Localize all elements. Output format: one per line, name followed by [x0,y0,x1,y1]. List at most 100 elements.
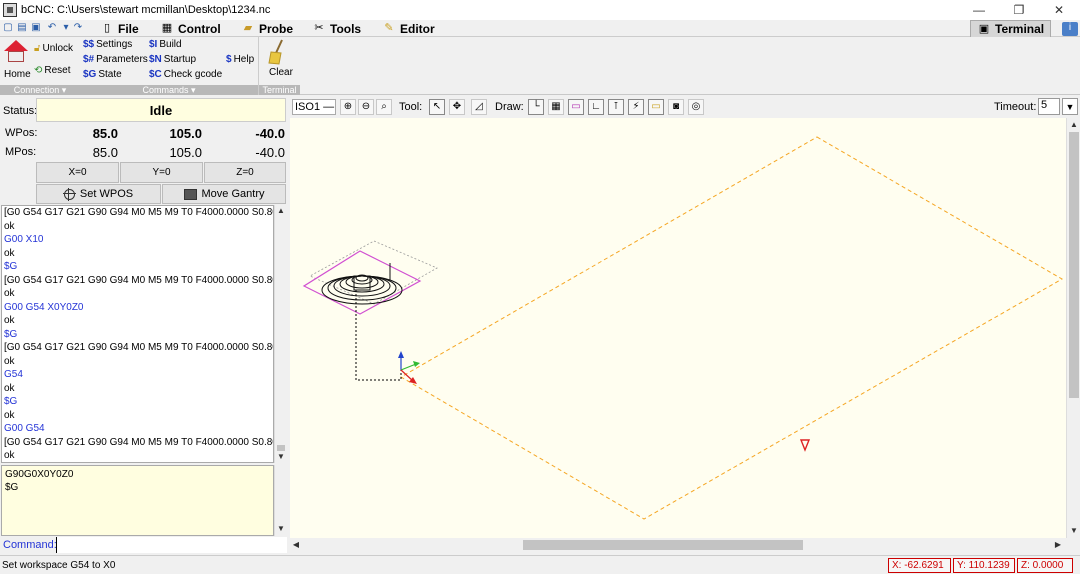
canvas-vscroll-thumb[interactable] [1069,132,1079,398]
unlock-button[interactable]: 🔓︎ Unlock [34,43,73,54]
reset-button[interactable]: ⟲ Reset [34,65,71,76]
log-line: ok [4,315,15,326]
rapid-icon[interactable]: ⚡︎ [628,99,644,115]
canvas-hscroll-thumb[interactable] [523,540,803,550]
timeout-input[interactable]: 5 [1038,98,1060,115]
status-message: Set workspace G54 to X0 [2,560,116,571]
settings-button[interactable]: $$ Settings [83,39,132,50]
tab-terminal[interactable]: ▣ Terminal [970,20,1052,37]
view-select[interactable]: ISO1 — [292,99,336,115]
window-title: bCNC: C:\Users\stewart mcmillan\Desktop\… [21,4,271,16]
canvas-vscrollbar[interactable]: ▲ ▼ [1066,118,1080,538]
pan-tool-icon[interactable]: ✥ [449,99,465,115]
grid-icon[interactable]: ▦ [548,99,564,115]
build-button[interactable]: $I Build [149,39,182,50]
select-tool-icon[interactable]: ↖ [429,99,445,115]
menu-bar: ▢ ▤ ▣ ↶ ▾ ↷ ▯ File ▦ Control ▰ Probe ✂ T… [0,20,1080,37]
mpos-x: 85.0 [92,145,118,160]
log-scrollbar[interactable]: ▲ ▼ [274,205,287,463]
commands-group-label[interactable]: Commands ▾ [80,85,258,95]
log-line: G00 G54 X0Y0Z0 [4,301,84,313]
ribbon: Home 🔓︎ Unlock ⟲ Reset Connection ▾ $$ Se… [0,37,1080,95]
refresh-icon[interactable]: ◎ [688,99,704,115]
queue-line: $G [5,482,19,493]
home-icon[interactable] [4,40,28,62]
workarea-icon[interactable]: ∟ [588,99,604,115]
canvas-hscrollbar[interactable]: ◀ ▶ [288,538,1066,553]
command-input[interactable] [56,537,287,553]
log-line: ok [4,382,15,394]
paths-icon[interactable]: ▭ [648,99,664,115]
zero-z-button[interactable]: Z=0 [204,162,286,183]
restore-button[interactable]: ❐ [1000,0,1038,20]
canvas-scroll-down-icon[interactable]: ▼ [1068,525,1080,537]
log-line: ok [4,220,15,232]
axes-icon[interactable]: └ [528,99,544,115]
tab-tools[interactable]: ✂ Tools [312,20,361,37]
command-queue[interactable]: G90G0X0Y0Z0 $G [1,465,274,536]
undo-icon[interactable]: ↶ [46,22,58,34]
ruler-tool-icon[interactable]: ◿ [471,99,487,115]
margins-icon[interactable]: ▭ [568,99,584,115]
gcode-canvas[interactable] [290,118,1066,538]
canvas-drawing [302,136,1064,520]
unlock-icon: 🔓︎ [34,43,41,54]
queue-scroll-down-icon[interactable]: ▼ [275,523,287,535]
path-bounds [302,250,422,315]
timeout-label: Timeout: [994,101,1037,113]
gantry-marker [799,439,811,452]
zoom-out-icon[interactable]: ⊖ [358,99,374,115]
editor-icon: ✎ [384,22,394,34]
log-line: ok [4,247,15,259]
parameters-button[interactable]: $# Parameters [83,54,148,65]
info-icon[interactable]: i [1062,22,1078,36]
log-line: $G [4,261,18,272]
log-line: [G0 G54 G17 G21 G90 G94 M0 M5 M9 T0 F400… [4,436,274,448]
wpos-x: 85.0 [92,126,118,141]
startup-button[interactable]: $N Startup [149,54,196,65]
terminal-log[interactable]: [G0 G54 G17 G21 G90 G94 M0 M5 M9 T0 F400… [1,205,274,463]
probe-draw-icon[interactable]: ⊺ [608,99,624,115]
reset-icon: ⟲ [34,65,43,76]
minimize-button[interactable]: — [960,0,998,20]
tab-control[interactable]: ▦ Control [160,20,221,37]
log-line: ok [4,288,15,299]
check-gcode-button[interactable]: $C Check gcode [149,69,222,80]
set-wpos-button[interactable]: Set WPOS [36,184,161,204]
log-line: [G0 G54 G17 G21 G90 G94 M0 M5 M9 T0 F400… [4,207,274,218]
canvas-toolbar: ISO1 — ⊕ ⊖ ⌕ Tool: ↖ ✥ ◿ Draw: └ ▦ ▭ ∟ ⊺… [288,96,1080,118]
tab-file[interactable]: ▯ File [100,20,139,37]
canvas-scroll-left-icon[interactable]: ◀ [290,539,302,551]
tab-editor[interactable]: ✎ Editor [382,20,434,37]
tools-icon: ✂ [314,22,324,34]
log-scroll-up-icon[interactable]: ▲ [275,205,287,217]
close-button[interactable]: ✕ [1040,0,1078,20]
connection-group-label[interactable]: Connection ▾ [0,85,80,95]
cursor-x: X: -62.6291 [888,558,951,573]
home-button[interactable]: Home [4,69,31,80]
queue-scrollbar[interactable]: ▼ [274,465,287,536]
mpos-z: -40.0 [255,145,285,160]
zero-x-button[interactable]: X=0 [36,162,119,183]
redo-icon[interactable]: ↷ [72,22,84,34]
zoom-fit-icon[interactable]: ⌕ [376,99,392,115]
canvas-scroll-up-icon[interactable]: ▲ [1068,119,1080,131]
log-line: ok [4,409,15,421]
canvas-scroll-right-icon[interactable]: ▶ [1052,539,1064,551]
zero-y-button[interactable]: Y=0 [120,162,203,183]
timeout-dropdown-icon[interactable]: ▼ [1062,98,1078,115]
help-button[interactable]: $ Help [226,54,254,65]
mpos-y: 105.0 [169,145,202,160]
state-button[interactable]: $G State [83,69,122,80]
save-icon[interactable]: ▣ [30,22,42,34]
tab-probe[interactable]: ▰ Probe [241,20,293,37]
camera-icon[interactable]: ◙ [668,99,684,115]
clear-button[interactable]: Clear [269,67,293,78]
undo-dropdown-icon[interactable]: ▾ [60,22,72,34]
open-file-icon[interactable]: ▤ [16,22,28,34]
new-file-icon[interactable]: ▢ [2,22,14,34]
move-gantry-button[interactable]: Move Gantry [162,184,286,204]
log-line: ok [4,450,15,461]
zoom-in-icon[interactable]: ⊕ [340,99,356,115]
log-scroll-down-icon[interactable]: ▼ [275,451,287,463]
